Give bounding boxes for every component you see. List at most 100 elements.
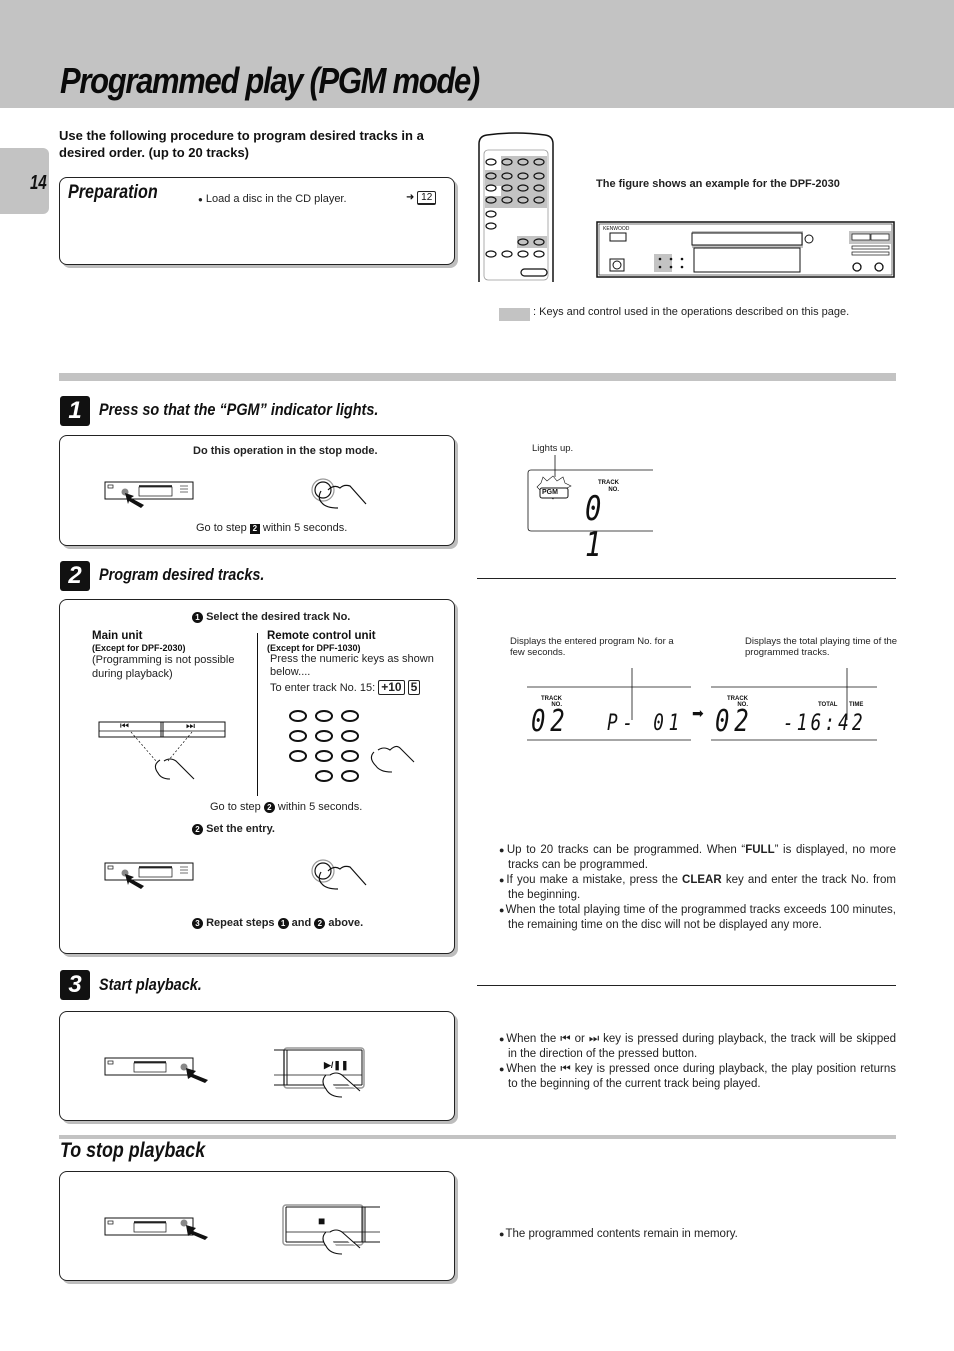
press-button-hand-icon bbox=[310, 476, 370, 516]
prev-key-icon: ⏮ bbox=[560, 1063, 571, 1075]
pgm-indicator: PGM bbox=[542, 489, 558, 496]
intro-text: Use the following procedure to program d… bbox=[59, 128, 424, 160]
mini-player-set-icon bbox=[104, 862, 204, 894]
step-1-heading: Press so that the “PGM” indicator lights… bbox=[99, 400, 379, 419]
remote-except: (Except for DPF-1030) bbox=[267, 643, 361, 653]
step-2-sub2: 2 Set the entry. bbox=[192, 823, 275, 835]
column-divider bbox=[257, 633, 258, 796]
note-item: When the ⏮ key is pressed once during pl… bbox=[499, 1062, 896, 1092]
remote-key bbox=[485, 250, 497, 258]
preparation-item: ● Load a disc in the CD player. bbox=[198, 193, 347, 205]
bullet-icon: ● bbox=[198, 195, 203, 204]
sub-step-3-and: and bbox=[291, 917, 312, 929]
press-set-hand-icon bbox=[310, 857, 370, 897]
step-2-sub1: 1 Select the desired track No. bbox=[192, 611, 350, 623]
step-2-heading: Program desired tracks. bbox=[99, 565, 265, 584]
page-title: Programmed play (PGM mode) bbox=[60, 60, 480, 101]
goto-step-badge: 2 bbox=[263, 802, 275, 813]
numeric-key bbox=[289, 710, 307, 722]
page-ref-number: 12 bbox=[421, 192, 433, 203]
note-item: If you make a mistake, press the CLEAR k… bbox=[499, 873, 896, 903]
remote-example: To enter track No. 15: +10 5 bbox=[267, 680, 447, 695]
right-display-caption: Displays the total playing time of the p… bbox=[745, 636, 898, 658]
next-key-icon: ⏭ bbox=[588, 1033, 600, 1045]
goto-prefix: Go to step bbox=[196, 522, 247, 534]
note-item: When the total playing time of the progr… bbox=[499, 903, 896, 933]
preparation-heading: Preparation bbox=[68, 182, 158, 203]
five-key: 5 bbox=[407, 680, 421, 695]
remote-note: Press the numeric keys as shown below...… bbox=[270, 653, 434, 678]
page-reference[interactable]: ➜ 12 bbox=[406, 191, 437, 205]
left-display-caption: Displays the entered program No. for a f… bbox=[510, 636, 674, 658]
main-unit-note: (Programming is not possible during play… bbox=[92, 654, 235, 680]
step-1-box: Do this operation in the stop mode. Go t… bbox=[59, 435, 455, 546]
main-unit-except: (Except for DPF-2030) bbox=[92, 643, 186, 653]
mini-player-pgm-icon bbox=[104, 481, 204, 513]
play-pause-button-figure[interactable]: ▶/❚❚ bbox=[274, 1047, 374, 1105]
total-time-display: TRACK NO. TOTAL TIME 02 -16:42 bbox=[711, 668, 878, 742]
program-number-value: P- 01 bbox=[607, 711, 684, 736]
brand-logo: KENWOOD bbox=[603, 226, 630, 232]
stop-heading: To stop playback bbox=[60, 1139, 206, 1162]
step-1-goto: Go to step 2 within 5 seconds. bbox=[196, 522, 347, 534]
plus10-key: +10 bbox=[378, 680, 405, 695]
remote-key bbox=[485, 210, 497, 218]
book-icon: 12 bbox=[417, 191, 437, 205]
step-1-badge: 1 bbox=[60, 396, 90, 426]
example-prefix: To enter track No. 15: bbox=[270, 682, 376, 694]
step-1-note: Do this operation in the stop mode. bbox=[193, 445, 378, 457]
goto-prefix: Go to step bbox=[210, 801, 261, 813]
remote-title: Remote control unit bbox=[267, 630, 376, 642]
skip-buttons-figure: ⏮ ⏭ bbox=[98, 721, 228, 791]
preparation-item-text: Load a disc in the CD player. bbox=[205, 193, 347, 205]
step-2-box: 1 Select the desired track No. Main unit… bbox=[59, 599, 455, 954]
main-unit-title: Main unit bbox=[92, 630, 143, 642]
stop-icon: ■ bbox=[318, 1214, 326, 1228]
remote-column: Remote control unit (Except for DPF-1030… bbox=[267, 630, 447, 695]
stop-button-figure[interactable]: ■ bbox=[282, 1204, 382, 1262]
remote-key bbox=[501, 250, 513, 258]
numeric-key bbox=[341, 730, 359, 742]
play-pause-icon: ▶/❚❚ bbox=[324, 1060, 349, 1070]
stop-box: ■ bbox=[59, 1171, 455, 1281]
preparation-box: Preparation ● Load a disc in the CD play… bbox=[59, 177, 455, 265]
total-time-value: -16:42 bbox=[783, 711, 866, 736]
mini-player-stop-icon bbox=[104, 1217, 214, 1249]
numeric-keypad-figure bbox=[288, 710, 418, 790]
numeric-key bbox=[341, 750, 359, 762]
step-3-notes: When the ⏮ or ⏭ key is pressed during pl… bbox=[499, 1032, 896, 1092]
step-3-heading: Start playback. bbox=[99, 975, 202, 994]
section-divider bbox=[59, 373, 896, 381]
goto-suffix: within 5 seconds. bbox=[277, 801, 363, 813]
time-label: TIME bbox=[849, 702, 864, 708]
ref-step-2-badge: 2 bbox=[314, 918, 326, 929]
sub-step-3-text-b: above. bbox=[328, 917, 364, 929]
numeric-key bbox=[315, 750, 333, 762]
numeric-key bbox=[315, 730, 333, 742]
remote-control-figure bbox=[477, 132, 555, 282]
note-item: The programmed contents remain in memory… bbox=[499, 1227, 896, 1242]
page-number: 14 bbox=[30, 172, 47, 194]
remote-key bbox=[485, 222, 497, 230]
numeric-key bbox=[315, 710, 333, 722]
remote-key bbox=[533, 250, 545, 258]
numeric-key bbox=[341, 710, 359, 722]
ref-step-1-badge: 1 bbox=[277, 918, 289, 929]
numeric-key bbox=[289, 730, 307, 742]
goto-step-badge: 2 bbox=[249, 524, 260, 534]
step-2-badge: 2 bbox=[60, 561, 90, 591]
cd-player-figure: KENWOOD bbox=[596, 221, 895, 278]
sub-step-3-badge: 3 bbox=[192, 918, 203, 929]
prev-key-icon[interactable]: ⏮ bbox=[120, 721, 129, 732]
note-item: Up to 20 tracks can be programmed. When … bbox=[499, 843, 896, 873]
step-2-goto: Go to step 2 within 5 seconds. bbox=[210, 801, 362, 813]
divider-line bbox=[477, 985, 896, 986]
sub-step-1-text: Select the desired track No. bbox=[206, 611, 351, 623]
note-item: When the ⏮ or ⏭ key is pressed during pl… bbox=[499, 1032, 896, 1062]
next-key-icon[interactable]: ⏭ bbox=[186, 721, 195, 732]
remote-key bbox=[485, 158, 497, 166]
pgm-display: PGM TRACK NO. 0 1 bbox=[527, 455, 653, 563]
divider-line bbox=[477, 578, 896, 579]
prev-key-icon: ⏮ bbox=[560, 1033, 571, 1045]
step-3-badge: 3 bbox=[60, 970, 90, 1000]
